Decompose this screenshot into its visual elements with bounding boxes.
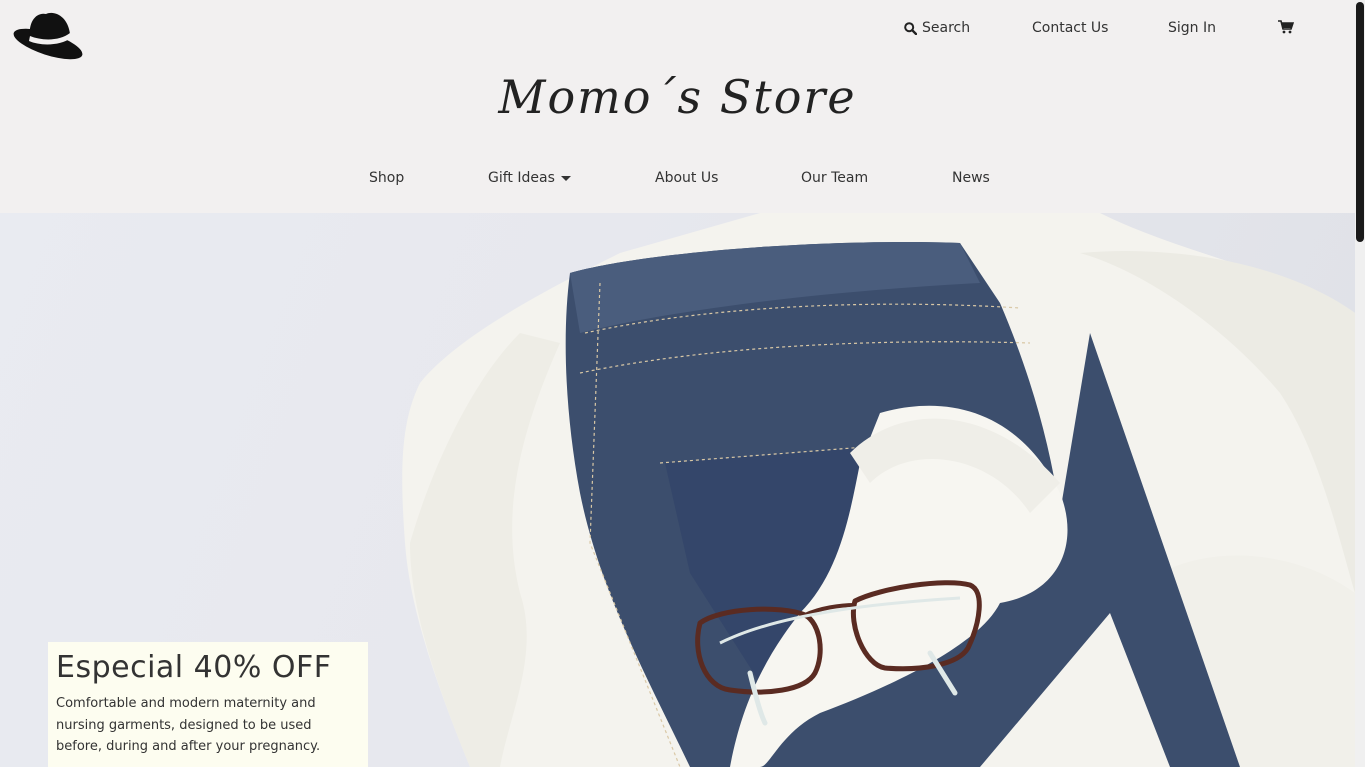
search-link[interactable]: Search <box>904 20 970 36</box>
nav-shop[interactable]: Shop <box>369 170 404 186</box>
scrollbar-thumb[interactable] <box>1356 2 1364 242</box>
store-brand-title[interactable]: Momo´s Store <box>0 70 1355 124</box>
promo-card: Especial 40% OFF Comfortable and modern … <box>48 642 368 767</box>
main-nav: Shop Gift Ideas About Us Our Team News <box>0 170 1355 190</box>
nav-news[interactable]: News <box>952 170 990 186</box>
promo-description: Comfortable and modern maternity and nur… <box>56 696 321 754</box>
cart-button[interactable] <box>1278 20 1294 34</box>
hat-icon[interactable] <box>10 8 88 62</box>
nav-gift-ideas-label: Gift Ideas <box>488 170 555 186</box>
nav-our-team[interactable]: Our Team <box>801 170 868 186</box>
page-scrollbar[interactable] <box>1355 0 1365 767</box>
search-label: Search <box>922 20 971 36</box>
sign-in-link[interactable]: Sign In <box>1168 20 1216 36</box>
site-header: Search Contact Us Sign In Momo´s Store S… <box>0 0 1355 213</box>
contact-us-link[interactable]: Contact Us <box>1032 20 1108 36</box>
caret-down-icon <box>560 176 571 181</box>
search-icon <box>904 21 917 35</box>
nav-about-us[interactable]: About Us <box>655 170 718 186</box>
nav-gift-ideas[interactable]: Gift Ideas <box>488 170 571 186</box>
sign-in-label: Sign In <box>1168 20 1216 36</box>
contact-us-label: Contact Us <box>1032 20 1109 36</box>
promo-title: Especial 40% OFF <box>56 650 332 685</box>
cart-icon <box>1278 20 1294 34</box>
